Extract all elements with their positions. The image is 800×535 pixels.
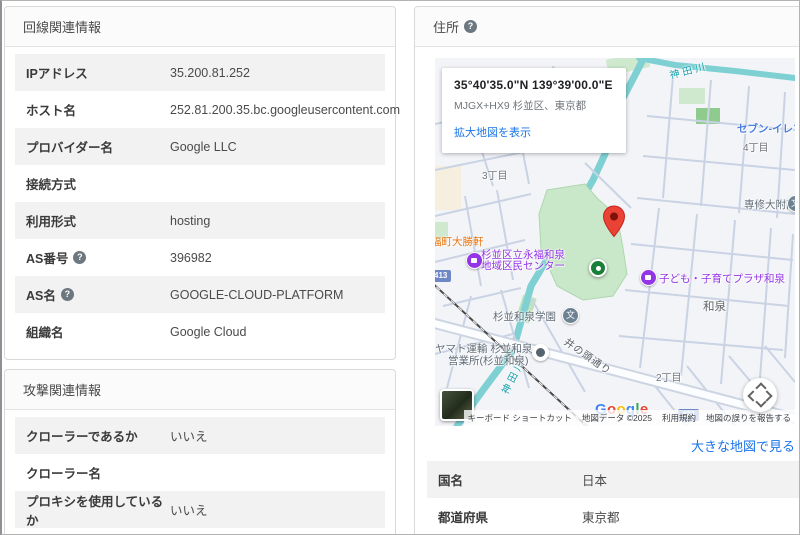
row-label: プロキシを使用しているか: [26, 491, 170, 529]
table-row: 組織名 Google Cloud: [15, 313, 385, 350]
map-label-town: 和泉: [703, 298, 726, 314]
row-label: 都道府県: [438, 507, 582, 526]
map-building-block: [435, 166, 461, 210]
address-card-body: 神田川 神田川 3丁目 4丁目 2丁目 和泉 セブン-イレブ 専修大附高 杉並区…: [415, 47, 800, 535]
page: 回線関連情報 IPアドレス 35.200.81.252 ホスト名 252.81.…: [0, 0, 800, 535]
view-larger-map-link[interactable]: 大きな地図で見る: [691, 439, 795, 454]
row-value: 35.200.81.252: [170, 66, 250, 80]
row-value: 東京都: [582, 507, 620, 526]
table-row: クローラーであるか いいえ: [15, 417, 385, 454]
map-data-text: 地図データ ©2025: [582, 412, 652, 424]
table-row: 接続方式: [15, 165, 385, 202]
map-label-district: 4丁目: [743, 139, 769, 154]
table-row: AS名 ? GOOGLE-CLOUD-PLATFORM: [15, 276, 385, 313]
map-label-kids-plaza[interactable]: 子ども・子育てプラザ和泉: [659, 271, 785, 286]
row-label: AS名 ?: [26, 285, 170, 304]
kids-plaza-poi-icon[interactable]: [640, 269, 657, 286]
row-label: 利用形式: [26, 211, 170, 230]
row-value: GOOGLE-CLOUD-PLATFORM: [170, 288, 343, 302]
row-label-text: AS番号: [26, 248, 68, 267]
attack-info-card-header: 攻撃関連情報: [5, 370, 395, 410]
table-row: 国名 日本: [427, 461, 800, 498]
map-link-row: 大きな地図で見る: [427, 426, 800, 461]
address-rows: 国名 日本 都道府県 東京都: [427, 461, 800, 535]
row-label: AS番号 ?: [26, 248, 170, 267]
card-title: 攻撃関連情報: [23, 380, 101, 399]
line-info-card: 回線関連情報 IPアドレス 35.200.81.252 ホスト名 252.81.…: [4, 6, 396, 360]
row-label: プロバイダー名: [26, 137, 170, 156]
plus-code-text: MJGX+HX9 杉並区、東京都: [454, 98, 614, 113]
row-label: 国名: [438, 470, 582, 489]
terms-link[interactable]: 利用規約: [662, 412, 696, 424]
line-info-rows: IPアドレス 35.200.81.252 ホスト名 252.81.200.35.…: [5, 47, 395, 359]
row-label: クローラーであるか: [26, 426, 170, 445]
row-value: いいえ: [170, 500, 208, 519]
help-icon[interactable]: ?: [464, 20, 477, 33]
table-row: ホスト名 252.81.200.35.bc.googleusercontent.…: [15, 91, 385, 128]
location-pin-icon[interactable]: [602, 205, 626, 238]
row-label-text: AS名: [26, 285, 56, 304]
enlarge-map-link[interactable]: 拡大地図を表示: [454, 124, 531, 140]
map-label-district: 2丁目: [656, 369, 682, 384]
map-pan-control[interactable]: [743, 378, 777, 412]
table-row: IPアドレス 35.200.81.252: [15, 54, 385, 91]
table-row: プロキシを使用しているか いいえ: [15, 491, 385, 528]
google-map-embed[interactable]: 神田川 神田川 3丁目 4丁目 2丁目 和泉 セブン-イレブ 専修大附高 杉並区…: [435, 58, 795, 426]
row-value: Google Cloud: [170, 325, 246, 339]
report-error-link[interactable]: 地図の誤りを報告する: [706, 412, 791, 424]
row-value: hosting: [170, 214, 210, 228]
map-footer: キーボード ショートカット 地図データ ©2025 利用規約 地図の誤りを報告す…: [464, 410, 795, 426]
row-label: 接続方式: [26, 174, 170, 193]
park-place-marker-icon[interactable]: [589, 259, 607, 277]
line-info-card-header: 回線関連情報: [5, 7, 395, 47]
card-title: 回線関連情報: [23, 17, 101, 36]
help-icon[interactable]: ?: [61, 288, 74, 301]
map-info-card: 35°40'35.0"N 139°39'00.0"E MJGX+HX9 杉並区、…: [442, 68, 626, 153]
row-label: 組織名: [26, 322, 170, 341]
row-value: 396982: [170, 251, 212, 265]
card-title: 住所: [433, 17, 459, 36]
row-value: 日本: [582, 470, 607, 489]
map-label-district: 3丁目: [482, 167, 508, 182]
map-label-yamato[interactable]: 営業所(杉並和泉): [448, 353, 529, 368]
map-label-restaurant[interactable]: 福町大勝軒: [435, 234, 484, 249]
business-poi-icon[interactable]: [532, 344, 549, 361]
address-card: 住所 ?: [414, 6, 800, 535]
attack-info-card: 攻撃関連情報 クローラーであるか いいえ クローラー名 プロキシを使用しているか…: [4, 369, 396, 535]
table-row: AS番号 ? 396982: [15, 239, 385, 276]
keyboard-shortcuts-link[interactable]: キーボード ショートカット: [468, 412, 572, 424]
row-label: ホスト名: [26, 100, 170, 119]
row-label: IPアドレス: [26, 63, 170, 82]
table-row: クローラー名: [15, 454, 385, 491]
address-card-header: 住所 ?: [415, 7, 800, 47]
park-area: [539, 184, 627, 300]
table-row: 利用形式 hosting: [15, 202, 385, 239]
table-row: プロバイダー名 Google LLC: [15, 128, 385, 165]
school-poi-icon[interactable]: 文: [562, 307, 579, 324]
coordinates-text: 35°40'35.0"N 139°39'00.0"E: [454, 78, 614, 92]
map-label-school[interactable]: 杉並和泉学園: [493, 309, 556, 324]
row-value: Google LLC: [170, 140, 237, 154]
map-label-community-center[interactable]: 地域区民センター: [481, 258, 565, 273]
row-value: いいえ: [170, 426, 208, 445]
table-row: 都道府県 東京都: [427, 498, 800, 535]
help-icon[interactable]: ?: [73, 251, 86, 264]
route-badge-413: 413: [435, 270, 451, 282]
community-center-poi-icon[interactable]: [466, 252, 483, 269]
row-value: 252.81.200.35.bc.googleusercontent.com: [170, 103, 400, 117]
attack-info-rows: クローラーであるか いいえ クローラー名 プロキシを使用しているか いいえ: [5, 410, 395, 535]
map-label-seven-eleven[interactable]: セブン-イレブ: [737, 121, 795, 136]
row-label: クローラー名: [26, 463, 170, 482]
